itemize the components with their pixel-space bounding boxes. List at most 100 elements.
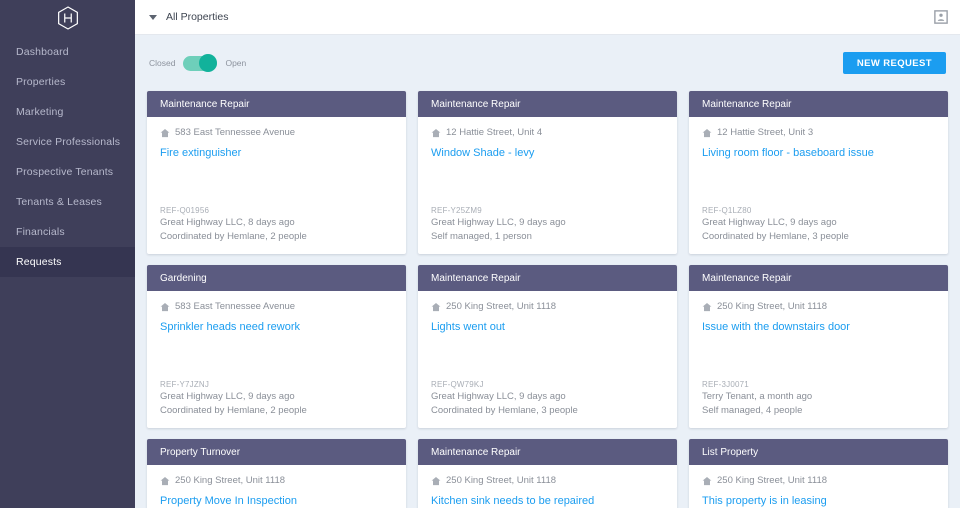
request-card[interactable]: Maintenance Repair 250 King Street, Unit… (418, 439, 677, 508)
request-address-row: 250 King Street, Unit 1118 (431, 301, 664, 312)
home-icon (160, 476, 170, 485)
card-spacer (702, 335, 935, 379)
toggle-label-open: Open (225, 58, 247, 68)
sidebar-item-prospective-tenants[interactable]: Prospective Tenants (0, 157, 135, 187)
request-title-link[interactable]: Sprinkler heads need rework (160, 321, 393, 335)
request-address: 250 King Street, Unit 1118 (175, 475, 286, 486)
request-card-body: 583 East Tennessee Avenue Sprinkler head… (147, 291, 406, 428)
request-address-row: 250 King Street, Unit 1118 (160, 475, 393, 486)
card-spacer (160, 335, 393, 379)
sidebar: Dashboard Properties Marketing Service P… (0, 0, 135, 508)
card-spacer (160, 161, 393, 205)
request-card-body: 250 King Street, Unit 1118 Issue with th… (689, 291, 948, 428)
sidebar-item-dashboard[interactable]: Dashboard (0, 37, 135, 67)
request-card[interactable]: Gardening 583 East Tennessee Avenue Spri… (147, 265, 406, 428)
request-category-label: Maintenance Repair (160, 98, 250, 110)
request-category-label: Property Turnover (160, 446, 241, 458)
request-address: 250 King Street, Unit 1118 (717, 475, 828, 486)
requests-grid: Maintenance Repair 583 East Tennessee Av… (147, 91, 948, 508)
sidebar-item-label: Dashboard (16, 46, 69, 58)
request-title-link[interactable]: Issue with the downstairs door (702, 321, 935, 335)
sidebar-item-marketing[interactable]: Marketing (0, 97, 135, 127)
sidebar-item-service-professionals[interactable]: Service Professionals (0, 127, 135, 157)
home-icon (160, 128, 170, 137)
request-management: Self managed, 4 people (702, 404, 803, 416)
request-reference: REF-3J0071 (702, 379, 749, 389)
property-filter-label: All Properties (166, 11, 229, 23)
request-address: 250 King Street, Unit 1118 (717, 301, 828, 312)
property-filter-dropdown[interactable]: All Properties (149, 11, 228, 23)
requests-toolbar: Closed Open NEW REQUEST (147, 35, 948, 91)
request-reference: REF-Q1LZ80 (702, 205, 752, 215)
request-card[interactable]: Property Turnover 250 King Street, Unit … (147, 439, 406, 508)
request-management: Coordinated by Hemlane, 2 people (160, 404, 307, 416)
request-management: Coordinated by Hemlane, 3 people (431, 404, 578, 416)
sidebar-nav: Dashboard Properties Marketing Service P… (0, 35, 135, 277)
sidebar-item-label: Marketing (16, 106, 64, 118)
request-card[interactable]: Maintenance Repair 250 King Street, Unit… (689, 265, 948, 428)
request-meta: REF-Q1LZ80 Great Highway LLC, 9 days ago… (702, 205, 935, 243)
request-card-category: List Property (689, 439, 948, 465)
request-card[interactable]: Maintenance Repair 583 East Tennessee Av… (147, 91, 406, 254)
home-icon (702, 302, 712, 311)
request-card[interactable]: Maintenance Repair 12 Hattie Street, Uni… (418, 91, 677, 254)
sidebar-item-label: Properties (16, 76, 66, 88)
toggle-label-closed: Closed (149, 58, 176, 68)
request-card[interactable]: Maintenance Repair 250 King Street, Unit… (418, 265, 677, 428)
request-title-link[interactable]: Lights went out (431, 321, 664, 335)
request-card-body: 12 Hattie Street, Unit 3 Living room flo… (689, 117, 948, 254)
request-owner: Great Highway LLC, 8 days ago (160, 217, 295, 229)
request-address-row: 12 Hattie Street, Unit 3 (702, 127, 935, 138)
request-reference: REF-Y7JZNJ (160, 379, 210, 389)
request-reference: REF-Y25ZM9 (431, 205, 482, 215)
request-meta: REF-Q01956 Great Highway LLC, 8 days ago… (160, 205, 393, 243)
request-card-body: 250 King Street, Unit 1118 This property… (689, 465, 948, 508)
request-management: Self managed, 1 person (431, 230, 532, 242)
chevron-down-icon (149, 14, 157, 20)
request-card-body: 250 King Street, Unit 1118 Lights went o… (418, 291, 677, 428)
request-meta: REF-3J0071 Terry Tenant, a month ago Sel… (702, 379, 935, 417)
request-card[interactable]: Maintenance Repair 12 Hattie Street, Uni… (689, 91, 948, 254)
hexagon-h-logo-icon (57, 5, 78, 30)
request-title-link[interactable]: Fire extinguisher (160, 147, 393, 161)
request-address: 583 East Tennessee Avenue (175, 301, 296, 312)
request-address: 250 King Street, Unit 1118 (446, 475, 557, 486)
request-card-category: Maintenance Repair (418, 265, 677, 291)
home-icon (431, 476, 441, 485)
request-title-link[interactable]: Living room floor - baseboard issue (702, 147, 935, 161)
sidebar-item-financials[interactable]: Financials (0, 217, 135, 247)
home-icon (431, 302, 441, 311)
toggle-knob (199, 54, 218, 72)
request-card-body: 12 Hattie Street, Unit 4 Window Shade - … (418, 117, 677, 254)
card-spacer (702, 161, 935, 205)
request-management: Coordinated by Hemlane, 3 people (702, 230, 849, 242)
main-area: All Properties Closed Open NEW REQUEST M… (135, 0, 960, 508)
account-icon[interactable] (934, 10, 948, 24)
request-category-label: Maintenance Repair (431, 272, 521, 284)
app-logo[interactable] (0, 0, 135, 35)
sidebar-item-requests[interactable]: Requests (0, 247, 135, 277)
request-address: 12 Hattie Street, Unit 4 (446, 127, 543, 138)
request-title-link[interactable]: This property is in leasing (702, 495, 935, 508)
sidebar-item-properties[interactable]: Properties (0, 67, 135, 97)
home-icon (160, 302, 170, 311)
request-card[interactable]: List Property 250 King Street, Unit 1118… (689, 439, 948, 508)
app-root: Dashboard Properties Marketing Service P… (0, 0, 960, 508)
request-title-link[interactable]: Kitchen sink needs to be repaired (431, 495, 664, 508)
request-owner: Great Highway LLC, 9 days ago (160, 391, 295, 403)
request-title-link[interactable]: Property Move In Inspection (160, 495, 393, 508)
request-address: 583 East Tennessee Avenue (175, 127, 296, 138)
sidebar-item-tenants-and-leases[interactable]: Tenants & Leases (0, 187, 135, 217)
new-request-button[interactable]: NEW REQUEST (842, 52, 946, 74)
request-address: 12 Hattie Street, Unit 3 (717, 127, 814, 138)
request-meta: REF-Y25ZM9 Great Highway LLC, 9 days ago… (431, 205, 664, 243)
request-address-row: 583 East Tennessee Avenue (160, 127, 393, 138)
open-closed-toggle[interactable] (183, 54, 218, 72)
sidebar-item-label: Tenants & Leases (16, 196, 102, 208)
request-address-row: 250 King Street, Unit 1118 (431, 475, 664, 486)
home-icon (431, 128, 441, 137)
requests-content: Closed Open NEW REQUEST Maintenance Repa… (135, 35, 960, 508)
request-title-link[interactable]: Window Shade - levy (431, 147, 664, 161)
request-category-label: Maintenance Repair (431, 98, 521, 110)
request-address-row: 250 King Street, Unit 1118 (702, 475, 935, 486)
